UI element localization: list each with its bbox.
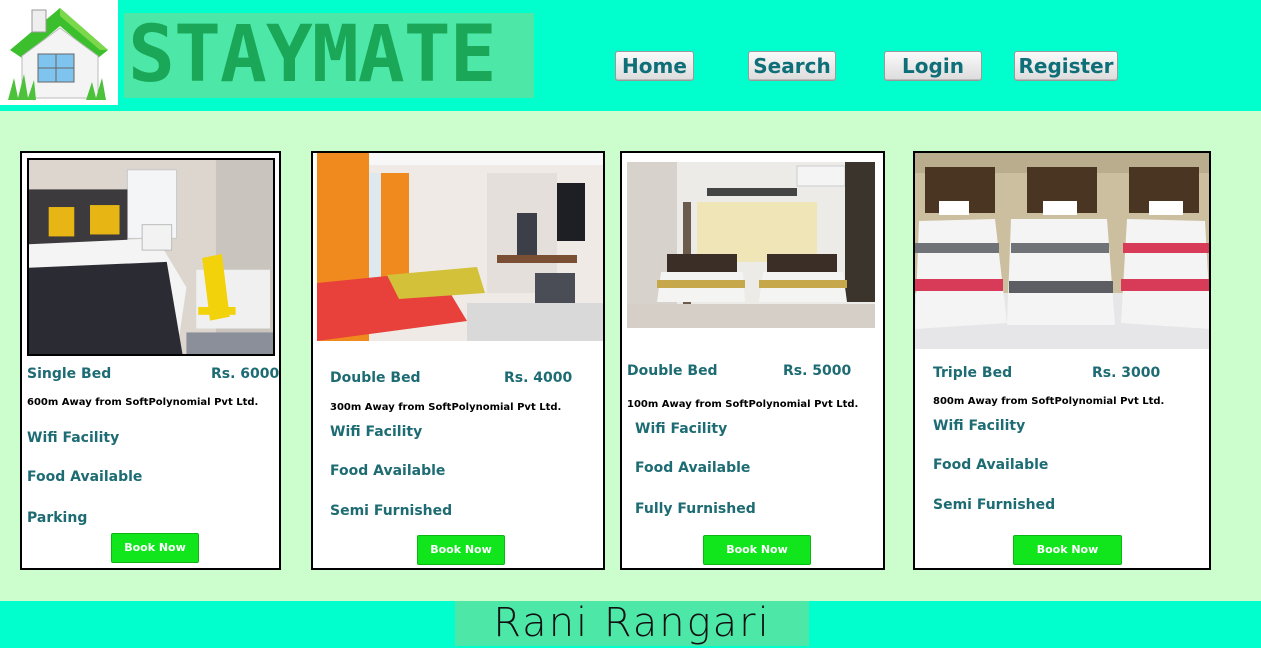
book-now-button[interactable]: Book Now <box>1013 535 1122 565</box>
book-now-button[interactable]: Book Now <box>111 533 199 563</box>
room-card: Triple Bed Rs. 3000 800m Away from SoftP… <box>913 151 1211 570</box>
book-now-button[interactable]: Book Now <box>703 535 811 565</box>
room-title: Double Bed <box>330 370 421 386</box>
room-title: Triple Bed <box>933 365 1013 381</box>
feature-item: Wifi Facility <box>933 418 1026 434</box>
feature-item: Food Available <box>933 457 1049 473</box>
nav-register-button[interactable]: Register <box>1014 51 1118 81</box>
room-price: Rs. 3000 <box>1092 365 1161 381</box>
feature-item: Wifi Facility <box>27 430 120 446</box>
feature-item: Fully Furnished <box>635 501 756 517</box>
house-logo[interactable] <box>0 0 118 105</box>
feature-item: Parking <box>27 510 88 526</box>
feature-item: Semi Furnished <box>330 503 453 519</box>
room-photo <box>317 153 603 341</box>
feature-item: Food Available <box>635 460 751 476</box>
feature-item: Food Available <box>330 463 446 479</box>
room-photo <box>627 162 875 328</box>
feature-item: Food Available <box>27 469 143 485</box>
room-distance: 100m Away from SoftPolynomial Pvt Ltd. <box>627 399 859 410</box>
room-distance: 800m Away from SoftPolynomial Pvt Ltd. <box>933 396 1165 407</box>
room-price: Rs. 5000 <box>783 363 852 379</box>
brand-title: STAYMATE <box>124 13 534 98</box>
room-distance: 300m Away from SoftPolynomial Pvt Ltd. <box>330 402 562 413</box>
room-photo <box>27 158 275 356</box>
feature-item: Wifi Facility <box>330 424 423 440</box>
nav-login-button[interactable]: Login <box>884 51 982 81</box>
room-photo <box>915 153 1209 349</box>
book-now-button[interactable]: Book Now <box>417 535 505 565</box>
footer-author-name: Rani Rangari <box>455 601 809 646</box>
room-card: Double Bed Rs. 4000 300m Away from SoftP… <box>311 151 605 570</box>
nav-home-button[interactable]: Home <box>615 51 694 81</box>
room-title: Double Bed <box>627 363 718 379</box>
feature-item: Wifi Facility <box>635 421 728 437</box>
room-card: Double Bed Rs. 5000 100m Away from SoftP… <box>620 151 885 570</box>
room-card: Single Bed Rs. 6000 600m Away from SoftP… <box>20 151 281 570</box>
nav-search-button[interactable]: Search <box>748 51 836 81</box>
room-price: Rs. 6000 <box>211 366 280 382</box>
feature-item: Semi Furnished <box>933 497 1056 513</box>
room-title: Single Bed <box>27 366 112 382</box>
room-price: Rs. 4000 <box>504 370 573 386</box>
room-distance: 600m Away from SoftPolynomial Pvt Ltd. <box>27 397 259 408</box>
